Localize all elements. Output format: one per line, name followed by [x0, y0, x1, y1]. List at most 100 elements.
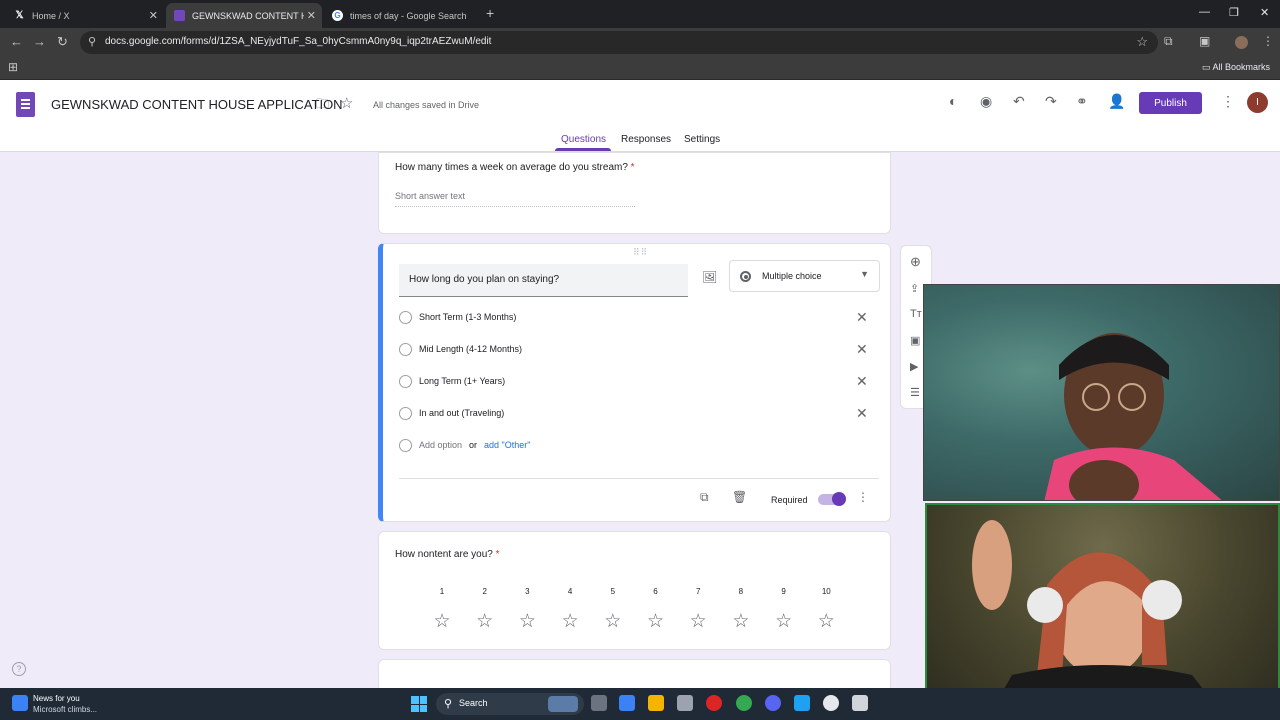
discord-icon[interactable] — [765, 695, 781, 711]
minimize-icon[interactable]: — — [1199, 6, 1210, 18]
option-row[interactable]: Mid Length (4-12 Months) ✕ — [399, 341, 879, 358]
form-title[interactable]: GEWNSKWAD CONTENT HOUSE APPLICATION — [51, 97, 343, 112]
reload-icon[interactable]: ↻ — [57, 34, 68, 50]
search-highlight-icon — [548, 696, 578, 712]
radio-button-icon — [740, 271, 751, 282]
add-image-icon[interactable]: 🖼 — [702, 270, 717, 284]
profile-avatar-icon[interactable] — [1235, 36, 1248, 49]
webcam-overlay-guest — [925, 503, 1280, 717]
required-label: Required — [771, 495, 808, 505]
remove-option-icon[interactable]: ✕ — [856, 341, 868, 358]
add-title-icon[interactable]: Tт — [910, 308, 922, 320]
duplicate-icon[interactable]: ⧉ — [700, 490, 709, 505]
windows-start-icon[interactable] — [411, 696, 427, 712]
option-row[interactable]: In and out (Traveling) ✕ — [399, 405, 879, 422]
add-section-icon[interactable]: ☰ — [910, 386, 920, 399]
media-app-icon[interactable] — [706, 695, 722, 711]
add-image-icon[interactable]: ▣ — [910, 334, 920, 347]
star-outline-icon[interactable]: ☆ — [816, 610, 836, 633]
tab-settings[interactable]: Settings — [684, 134, 720, 145]
back-icon[interactable]: ← — [10, 34, 23, 49]
browser-toolbar: ← → ↻ ⚲ docs.google.com/forms/d/1ZSA_NEy… — [0, 28, 1280, 56]
scale-number: 6 — [653, 587, 658, 596]
star-outline-icon[interactable]: ☆ — [603, 610, 623, 633]
link-icon[interactable]: ⚭ — [1076, 93, 1088, 110]
scale-number: 3 — [525, 587, 530, 596]
tab-google-search[interactable]: G times of day - Google Search — [324, 3, 484, 28]
forward-icon[interactable]: → — [33, 34, 46, 49]
chrome-icon[interactable] — [736, 695, 752, 711]
tab-home-x[interactable]: 𝕏 Home / X ✕ — [6, 3, 164, 28]
scale-number: 2 — [482, 587, 487, 596]
new-tab-button[interactable]: + — [486, 5, 494, 21]
radio-circle-icon — [399, 311, 412, 324]
scale-number: 9 — [781, 587, 786, 596]
drag-handle-icon[interactable]: ⠿⠿ — [633, 247, 648, 258]
option-row[interactable]: Short Term (1-3 Months) ✕ — [399, 309, 879, 326]
more-options-icon[interactable]: ⋮ — [857, 490, 869, 504]
undo-icon[interactable]: ↶ — [1013, 93, 1025, 110]
star-outline-icon[interactable]: ☆ — [560, 610, 580, 633]
question-card-rating[interactable]: How nontent are you? * 1 ☆ 2 ☆ 3 ☆ 4 ☆ 5 ☆ 6 ☆ 7 ☆ 8 ☆ 9… — [378, 531, 891, 650]
publish-button[interactable]: Publish — [1139, 92, 1202, 114]
tab-responses[interactable]: Responses — [621, 134, 671, 145]
add-option-link[interactable]: Add option — [419, 440, 462, 450]
star-outline-icon[interactable]: ☆ — [432, 610, 452, 633]
required-toggle[interactable] — [818, 492, 846, 506]
question-title-input[interactable]: How long do you plan on staying? — [399, 264, 688, 297]
help-icon[interactable]: ? — [12, 662, 26, 676]
taskbar-search[interactable]: ⚲ Search — [436, 693, 584, 715]
apps-grid-icon[interactable]: ⊞ — [8, 60, 18, 74]
side-panel-icon[interactable]: ▣ — [1199, 34, 1210, 48]
app-icon[interactable] — [794, 695, 810, 711]
news-widget-icon[interactable] — [12, 695, 28, 711]
add-other-link[interactable]: add "Other" — [484, 440, 530, 450]
question-card-stream-frequency[interactable]: How many times a week on average do you … — [378, 152, 891, 234]
import-questions-icon[interactable]: ⇪ — [910, 282, 919, 295]
star-outline-icon[interactable]: ☆ — [731, 610, 751, 633]
redo-icon[interactable]: ↷ — [1045, 93, 1057, 110]
tab-questions[interactable]: Questions — [561, 134, 606, 145]
palette-icon[interactable]: ◐ — [949, 93, 957, 109]
tab-google-form[interactable]: GEWNSKWAD CONTENT HOUS ✕ — [166, 3, 322, 28]
star-outline-icon[interactable]: ☆ — [475, 610, 495, 633]
star-outline-icon[interactable]: ☆ — [774, 610, 794, 633]
more-options-icon[interactable]: ⋮ — [1221, 93, 1235, 110]
settings-icon[interactable] — [677, 695, 693, 711]
question-title: How many times a week on average do you … — [395, 162, 635, 173]
browser-tab-bar: 𝕏 Home / X ✕ GEWNSKWAD CONTENT HOUS ✕ G … — [0, 0, 1280, 28]
google-forms-logo-icon[interactable] — [16, 92, 35, 117]
move-folder-icon[interactable]: 🗀 — [316, 95, 329, 117]
extensions-icon[interactable]: ⧉ — [1164, 34, 1173, 49]
remove-option-icon[interactable]: ✕ — [856, 373, 868, 390]
question-type-dropdown[interactable]: Multiple choice ▼ — [729, 260, 880, 292]
star-outline-icon[interactable]: ☆ — [517, 610, 537, 633]
restore-icon[interactable]: ❐ — [1229, 6, 1239, 19]
copilot-icon[interactable] — [619, 695, 635, 711]
add-collaborator-icon[interactable]: 👤 — [1108, 93, 1125, 110]
preview-eye-icon[interactable]: ◉ — [980, 93, 992, 110]
close-tab-icon[interactable]: ✕ — [149, 9, 158, 22]
obs-icon[interactable] — [823, 695, 839, 711]
bookmark-star-icon[interactable]: ☆ — [1136, 34, 1148, 50]
site-info-icon[interactable]: ⚲ — [88, 35, 96, 48]
star-icon[interactable]: ☆ — [340, 94, 353, 112]
close-tab-icon[interactable]: ✕ — [307, 9, 316, 22]
file-explorer-icon[interactable] — [648, 695, 664, 711]
option-row[interactable]: Long Term (1+ Years) ✕ — [399, 373, 879, 390]
task-view-icon[interactable] — [591, 695, 607, 711]
browser-menu-icon[interactable]: ⋮ — [1262, 34, 1274, 48]
remove-option-icon[interactable]: ✕ — [856, 405, 868, 422]
all-bookmarks[interactable]: ▭ All Bookmarks — [1202, 62, 1270, 73]
add-video-icon[interactable]: ▶ — [910, 360, 918, 373]
app-icon[interactable] — [852, 695, 868, 711]
question-card-stay-length[interactable]: ⠿⠿ How long do you plan on staying? 🖼 Mu… — [378, 243, 891, 522]
star-outline-icon[interactable]: ☆ — [688, 610, 708, 633]
star-outline-icon[interactable]: ☆ — [646, 610, 666, 633]
avatar[interactable]: I — [1247, 92, 1268, 113]
close-window-icon[interactable]: ✕ — [1260, 6, 1269, 19]
address-bar[interactable]: ⚲ docs.google.com/forms/d/1ZSA_NEyjydTuF… — [80, 31, 1158, 54]
remove-option-icon[interactable]: ✕ — [856, 309, 868, 326]
delete-trash-icon[interactable]: 🗑 — [732, 490, 747, 504]
add-question-icon[interactable]: ⊕ — [910, 254, 921, 270]
